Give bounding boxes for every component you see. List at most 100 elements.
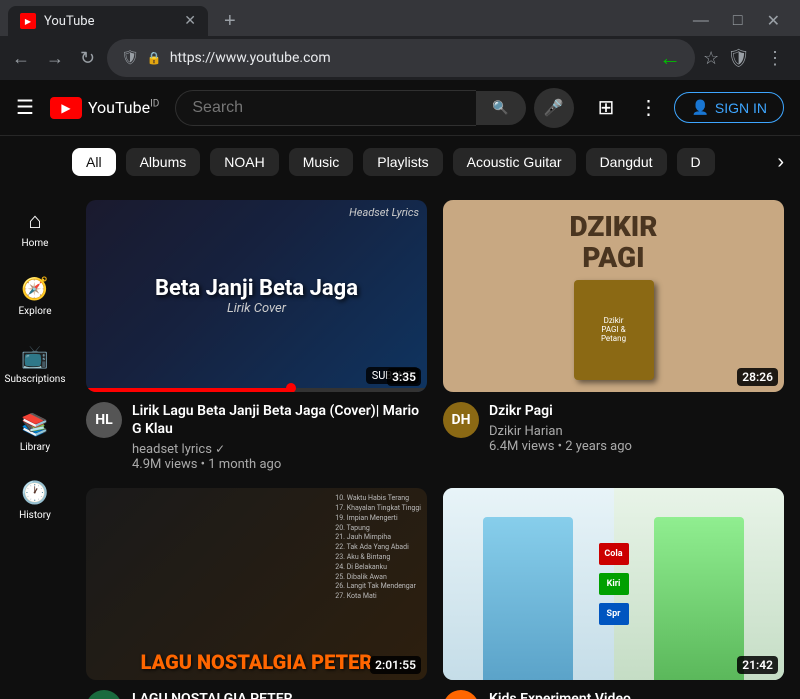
search-input[interactable] [175,90,476,126]
video-info-1: HL Lirik Lagu Beta Janji Beta Jaga (Cove… [86,402,427,472]
video-title-4: Kids Experiment Video [489,690,784,699]
new-tab-button[interactable]: + [216,8,244,35]
history-icon: 🕐 [21,481,48,506]
sign-in-button[interactable]: 👤 SIGN IN [674,92,784,123]
avatar-3: NM [86,690,122,699]
thumb-title-3: LAGU NOSTALGIA PETER [133,650,381,674]
sidebar-label-history: History [19,510,51,521]
video-grid: Headset Lyrics Beta Janji Beta Jaga Liri… [86,200,784,699]
chip-d[interactable]: D [677,148,715,176]
youtube-id-superscript: ID [150,99,159,110]
close-button[interactable]: ✕ [755,9,792,33]
video-info-4: FK Kids Experiment Video Fun Kids 8.2M v… [443,690,784,699]
search-button[interactable]: 🔍 [476,91,526,125]
sidebar-label-home: Home [22,238,49,249]
thumb-channel-label-1: Headset Lyrics [349,206,419,219]
sidebar-item-subscriptions[interactable]: 📺 Subscriptions [3,333,67,397]
video-content: Headset Lyrics Beta Janji Beta Jaga Liri… [70,188,800,699]
forward-button[interactable]: → [42,44,68,73]
avatar-2: DH [443,402,479,438]
home-icon: ⌂ [28,208,41,234]
more-options-button[interactable]: ⋮ [630,87,666,128]
tab-close-btn[interactable]: ✕ [184,13,196,29]
duration-badge-1: 3:35 [387,368,421,386]
yt-shield-button[interactable]: 🛡 [727,48,750,69]
sidebar-label-explore: Explore [19,306,52,317]
boy-left-4 [483,517,573,680]
verified-icon-1: ✓ [215,442,225,456]
explore-icon: 🧭 [21,277,48,302]
video-meta-2: Dzikr Pagi Dzikir Harian 6.4M views • 2 … [489,402,784,454]
maximize-button[interactable]: □ [721,9,755,33]
video-stats-1: 4.9M views • 1 month ago [132,457,427,472]
chip-noah[interactable]: NOAH [210,148,278,176]
chip-playlists[interactable]: Playlists [363,148,442,176]
shield-icon: 🛡 [121,50,139,66]
youtube-logo[interactable]: YouTubeID [50,97,159,119]
chip-music[interactable]: Music [289,148,354,176]
youtube-logo-icon [50,97,82,119]
user-icon: 👤 [691,99,708,116]
avatar-4: FK [443,690,479,699]
search-container: 🔍 🎤 [175,88,573,128]
thumbnail-1: Headset Lyrics Beta Janji Beta Jaga Liri… [86,200,427,392]
video-meta-4: Kids Experiment Video Fun Kids 8.2M view… [489,690,784,699]
video-info-3: NM LAGU NOSTALGIA PETER Nostalgia Music … [86,690,427,699]
video-title-1: Lirik Lagu Beta Janji Beta Jaga (Cover)|… [132,402,427,438]
thumbnail-2: DZIKIRPAGI DzikirPAGI &Petang 28:26 [443,200,784,392]
sidebar-label-library: Library [20,442,50,453]
video-meta-1: Lirik Lagu Beta Janji Beta Jaga (Cover)|… [132,402,427,472]
mic-icon: 🎤 [544,100,564,117]
back-button[interactable]: ← [8,44,34,73]
drink-dispensers-4: Cola Kiri Spr [599,543,629,625]
video-title-2: Dzikr Pagi [489,402,784,420]
chip-albums[interactable]: Albums [126,148,201,176]
bookmark-button[interactable]: ☆ [703,48,719,69]
address-bar-row: ← → ↻ 🛡 🔒 https://www.youtube.com ← ☆ 🛡 … [0,36,800,80]
thumb-left-4 [443,488,614,680]
video-title-3: LAGU NOSTALGIA PETER [132,690,427,699]
active-tab[interactable]: YouTube ✕ [8,6,208,36]
tab-favicon [20,13,36,29]
address-bar[interactable]: 🛡 🔒 https://www.youtube.com ← [107,39,695,77]
lock-icon: 🔒 [147,51,162,65]
header-icons: ⊞ ⋮ 👤 SIGN IN [590,87,784,128]
search-icon: 🔍 [492,100,509,115]
thumb-content-2: DZIKIRPAGI DzikirPAGI &Petang [443,200,784,392]
video-stats-2: 6.4M views • 2 years ago [489,439,784,454]
video-card-1[interactable]: Headset Lyrics Beta Janji Beta Jaga Liri… [86,200,427,472]
minimize-button[interactable]: — [681,9,721,33]
refresh-button[interactable]: ↻ [76,44,99,73]
mic-button[interactable]: 🎤 [534,88,574,128]
apps-icon: ⊞ [598,97,615,119]
thumb-bg-3: 10. Waktu Habis Terang 17. Khayalan Ting… [86,488,427,680]
video-card-4[interactable]: Cola Kiri Spr 21:42 FK Kids Experiment V… [443,488,784,699]
video-card-2[interactable]: DZIKIRPAGI DzikirPAGI &Petang 28:26 DH D… [443,200,784,472]
chip-acoustic-guitar[interactable]: Acoustic Guitar [453,148,576,176]
hamburger-menu[interactable]: ☰ [16,95,34,120]
sidebar-item-home[interactable]: ⌂ Home [3,196,67,261]
main-layout: ⌂ Home 🧭 Explore 📺 Subscriptions 📚 Libra… [0,188,800,699]
browser-menu-button[interactable]: ⋮ [758,44,792,73]
sidebar-item-explore[interactable]: 🧭 Explore [3,265,67,329]
video-meta-3: LAGU NOSTALGIA PETER Nostalgia Music 2.1… [132,690,427,699]
thumb-title-1: Beta Janji Beta Jaga [155,276,358,301]
address-text: https://www.youtube.com [170,50,651,66]
apps-button[interactable]: ⊞ [590,87,623,128]
chip-all[interactable]: All [72,148,116,176]
thumb-book-2: DzikirPAGI &Petang [574,280,654,380]
sidebar: ⌂ Home 🧭 Explore 📺 Subscriptions 📚 Libra… [0,188,70,699]
sidebar-item-history[interactable]: 🕐 History [3,469,67,533]
filter-scroll-right[interactable]: › [777,151,784,174]
sidebar-item-library[interactable]: 📚 Library [3,401,67,465]
chip-dangdut[interactable]: Dangdut [586,148,667,176]
subscriptions-icon: 📺 [21,345,48,370]
thumbnail-3: 10. Waktu Habis Terang 17. Khayalan Ting… [86,488,427,680]
thumbnail-4: Cola Kiri Spr 21:42 [443,488,784,680]
window-controls: — □ ✕ [681,9,792,33]
youtube-header: ☰ YouTubeID 🔍 🎤 ⊞ ⋮ 👤 SIGN IN [0,80,800,136]
thumb-title-2: DZIKIRPAGI [570,212,658,274]
video-card-3[interactable]: 10. Waktu Habis Terang 17. Khayalan Ting… [86,488,427,699]
sidebar-label-subscriptions: Subscriptions [5,374,66,385]
duration-badge-4: 21:42 [737,656,778,674]
